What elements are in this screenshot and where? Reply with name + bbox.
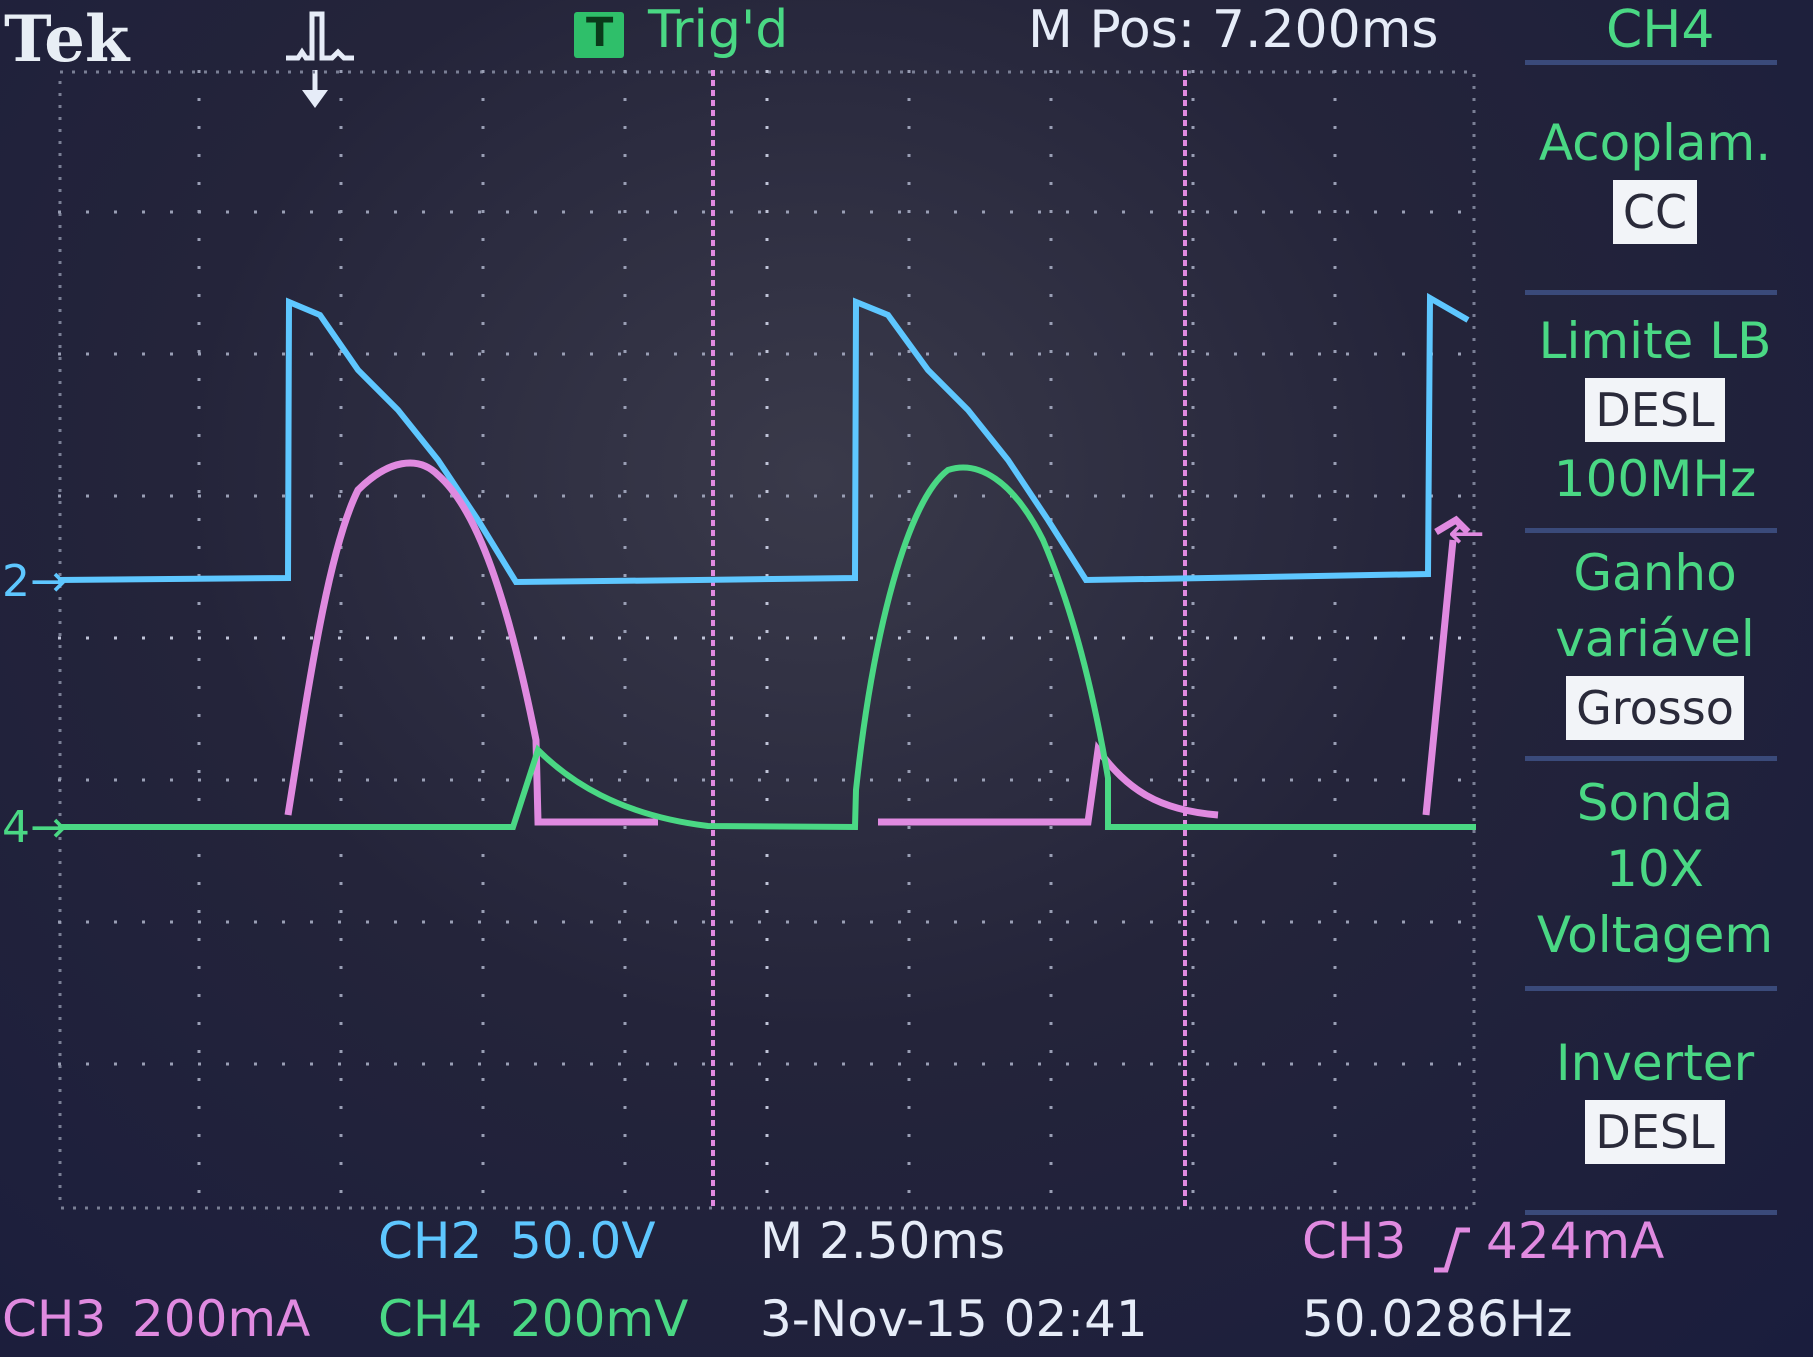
ch2-label: CH2 [378,1212,483,1270]
brand-logo: Tek [4,2,130,77]
trigger-level-marker: ← [1448,508,1485,559]
menu-separator [1525,756,1777,761]
ch4-label: CH4 [378,1290,483,1348]
menu-item-bandwidth-limit[interactable]: Limite LB DESL 100MHz [1520,308,1790,512]
ch4-scale: 200mV [510,1290,689,1348]
menu-separator [1525,60,1777,65]
ch2-scale: 50.0V [510,1212,656,1270]
menu-item-coupling[interactable]: Acoplam. CC [1520,110,1790,248]
trigger-source: CH3 [1302,1212,1407,1270]
menu-separator [1525,986,1777,991]
ch4-ground-marker: 4→ [2,802,67,853]
waveform-graticule [58,70,1476,1210]
ch3-scale: 200mA [132,1290,311,1348]
rising-edge-icon [1434,1227,1470,1273]
ch3-label: CH3 [2,1290,107,1348]
trigger-level: 424mA [1486,1212,1665,1270]
timebase: M 2.50ms [760,1212,1006,1270]
datetime: 3-Nov-15 02:41 [760,1290,1148,1348]
frequency-readout: 50.0286Hz [1302,1290,1573,1348]
horizontal-position: M Pos: 7.200ms [1028,0,1439,60]
menu-item-probe[interactable]: Sonda 10X Voltagem [1520,770,1790,968]
ch2-ground-marker: 2→ [2,556,67,607]
ch4-trace [58,464,1476,831]
oscilloscope-screen: Tek T Trig'd M Pos: 7.200ms CH4 2→ 4→ ← … [0,0,1813,1357]
menu-channel-title: CH4 [1606,0,1715,60]
menu-item-invert[interactable]: Inverter DESL [1520,1030,1790,1168]
menu-separator [1525,528,1777,533]
ch2-trace [58,292,1470,586]
menu-item-variable-gain[interactable]: Ganho variável Grosso [1520,540,1790,744]
menu-separator [1525,290,1777,295]
waveform-display [58,70,1476,1210]
trigger-status-icon: T [574,10,624,58]
trigger-status: Trig'd [648,0,789,60]
